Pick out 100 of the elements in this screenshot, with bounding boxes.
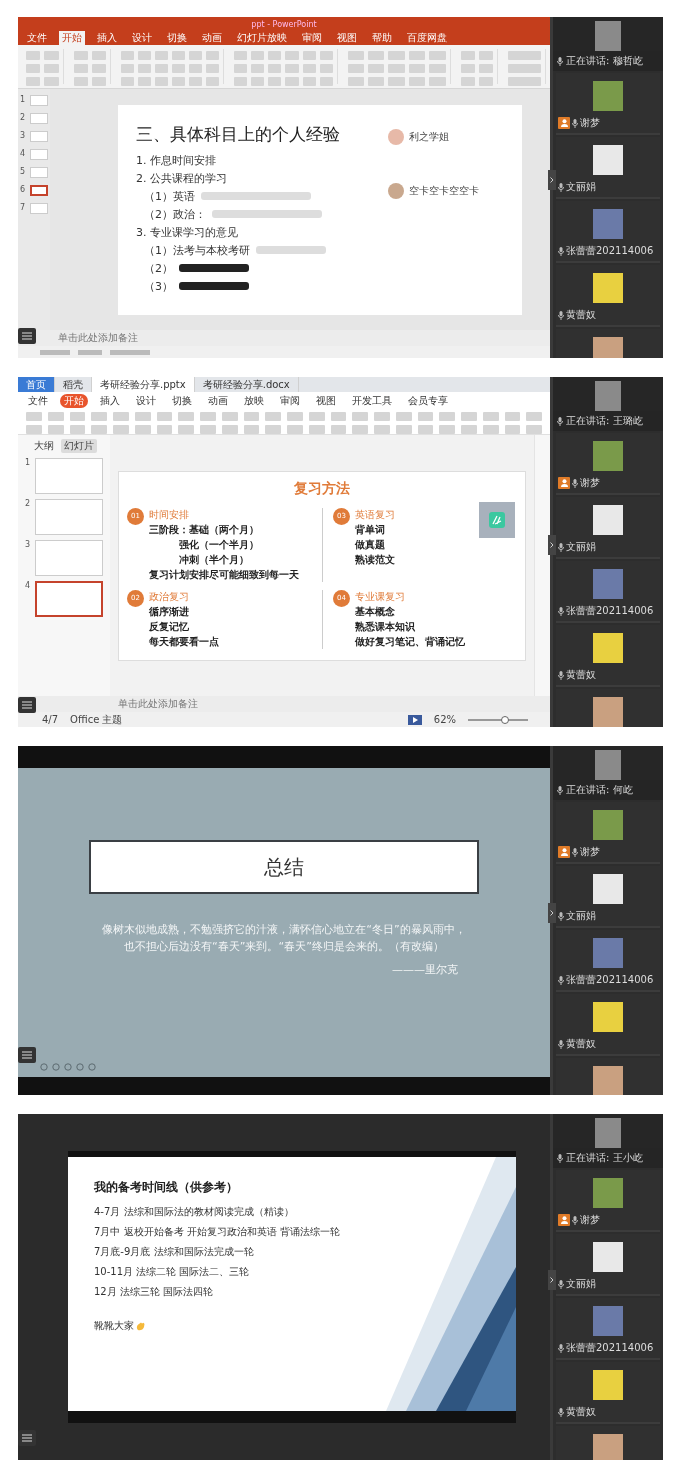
microphone-icon bbox=[572, 1215, 578, 1225]
collapse-handle[interactable] bbox=[548, 1269, 556, 1290]
slide-thumbnail[interactable] bbox=[30, 185, 48, 196]
slide-number: 4 bbox=[20, 149, 27, 158]
participant-name: 文丽娟 bbox=[566, 540, 596, 554]
ribbon-tab[interactable]: 放映 bbox=[240, 393, 268, 408]
participant-name: 张蕾蕾202114006 bbox=[566, 973, 654, 987]
ribbon-tab[interactable]: 审阅 bbox=[299, 31, 325, 45]
theme-name: Office 主题 bbox=[70, 712, 123, 727]
ribbon-tab[interactable]: 动画 bbox=[204, 393, 232, 408]
notes-placeholder[interactable]: 单击此处添加备注 bbox=[58, 331, 138, 345]
participant-name: 黄蕾奴 bbox=[566, 308, 596, 322]
avatar-placeholder bbox=[593, 145, 623, 175]
zoom-level[interactable]: 62% bbox=[433, 714, 456, 725]
microphone-icon bbox=[558, 542, 564, 552]
ribbon-tab[interactable]: 文件 bbox=[24, 31, 50, 45]
ribbon-tab[interactable]: 切换 bbox=[168, 393, 196, 408]
avatar-placeholder bbox=[593, 337, 623, 358]
ribbon-tab[interactable]: 开始 bbox=[59, 31, 85, 45]
microphone-icon bbox=[572, 847, 578, 857]
section-heading: 时间安排 bbox=[149, 507, 190, 522]
slide-title: 三、具体科目上的个人经验 bbox=[136, 122, 341, 146]
speaking-label: 正在讲话: 穆哲屹 bbox=[566, 54, 643, 68]
view-tab[interactable]: 大纲 bbox=[31, 439, 57, 453]
menu-button[interactable] bbox=[18, 1047, 36, 1063]
ribbon-tab[interactable]: 切换 bbox=[164, 31, 190, 45]
participant-name: 黄蕾奴 bbox=[566, 668, 596, 682]
avatar-placeholder bbox=[593, 569, 623, 599]
ribbon-tab[interactable]: 会员专享 bbox=[404, 393, 452, 408]
ribbon-tab[interactable]: 文件 bbox=[24, 393, 52, 408]
avatar-placeholder bbox=[593, 1434, 623, 1460]
ribbon-tab[interactable]: 幻灯片放映 bbox=[234, 31, 290, 45]
avatar-placeholder bbox=[593, 1370, 623, 1400]
ribbon-tab[interactable]: 开始 bbox=[60, 393, 88, 408]
section-line: 熟读范文 bbox=[355, 552, 395, 567]
avatar-placeholder bbox=[593, 1306, 623, 1336]
notes-placeholder[interactable]: 单击此处添加备注 bbox=[118, 697, 198, 711]
collapse-handle[interactable] bbox=[548, 534, 556, 555]
play-icon[interactable] bbox=[407, 714, 422, 725]
microphone-icon bbox=[558, 182, 564, 192]
ribbon-tab[interactable]: 开发工具 bbox=[348, 393, 396, 408]
quote-line: 也不担心后边没有“春天”来到。“春天”终归是会来的。（有改编） bbox=[124, 939, 444, 954]
avatar-placeholder bbox=[593, 1002, 623, 1032]
slider-thumb[interactable] bbox=[501, 715, 510, 724]
slide-number: 1 bbox=[25, 458, 32, 467]
video-tile bbox=[595, 381, 621, 411]
participant-name: 文丽娟 bbox=[566, 180, 596, 194]
speaking-label: 正在讲话: 何屹 bbox=[566, 783, 633, 797]
ribbon-tab[interactable]: 视图 bbox=[334, 31, 360, 45]
menu-button[interactable] bbox=[18, 328, 36, 344]
collapse-handle[interactable] bbox=[548, 170, 556, 191]
ribbon-tab[interactable]: 插入 bbox=[94, 31, 120, 45]
closing-text: 靴靴大家 bbox=[94, 1319, 134, 1333]
participant-name: 张蕾蕾202114006 bbox=[566, 1341, 654, 1355]
ribbon-tab[interactable]: 插入 bbox=[96, 393, 124, 408]
ribbon-tab[interactable]: 设计 bbox=[129, 31, 155, 45]
participant-name: 谢梦 bbox=[580, 845, 600, 859]
zoom-slider[interactable] bbox=[468, 718, 528, 721]
view-tab[interactable]: 幻灯片 bbox=[61, 439, 97, 453]
participant-name: 文丽娟 bbox=[566, 909, 596, 923]
section-heading: 英语复习 bbox=[355, 507, 395, 522]
collapse-handle[interactable] bbox=[548, 903, 556, 924]
timeline-item: 4-7月 法综和国际法的教材阅读完成（精读） bbox=[94, 1205, 295, 1219]
participant-name: 黄蕾奴 bbox=[566, 1405, 596, 1419]
slide-thumbnail[interactable] bbox=[35, 581, 103, 617]
commenter-name: 利之学姐 bbox=[409, 129, 449, 144]
outline-item: （2）政治： bbox=[144, 206, 206, 222]
menu-icon[interactable] bbox=[22, 332, 32, 340]
avatar-placeholder bbox=[593, 874, 623, 904]
ribbon-tab[interactable]: 动画 bbox=[199, 31, 225, 45]
commenter-name: 空卡空卡空空卡 bbox=[409, 183, 479, 198]
avatar-placeholder bbox=[593, 1242, 623, 1272]
menu-button[interactable] bbox=[18, 1430, 36, 1446]
microphone-icon bbox=[558, 606, 564, 616]
section-line: 做真题 bbox=[355, 537, 386, 552]
quote-author: ———里尔克 bbox=[392, 962, 458, 977]
ribbon-tab[interactable]: 视图 bbox=[312, 393, 340, 408]
participant-name: 黄蕾奴 bbox=[566, 1037, 596, 1051]
ribbon-tab[interactable]: 帮助 bbox=[369, 31, 395, 45]
microphone-icon bbox=[558, 1407, 564, 1417]
participant-name: 文丽娟 bbox=[566, 1277, 596, 1291]
menu-icon[interactable] bbox=[22, 701, 32, 709]
microphone-icon bbox=[558, 1343, 564, 1353]
slide-number: 2 bbox=[25, 499, 32, 508]
outline-item: （1）英语 bbox=[144, 188, 195, 204]
quote-line: 像树木似地成熟，不勉强挤它的汁液，满怀信心地立在“冬日”的暴风雨中， bbox=[102, 922, 466, 937]
ribbon-tab[interactable]: 审阅 bbox=[276, 393, 304, 408]
ribbon-tab[interactable]: 百度网盘 bbox=[404, 31, 450, 45]
ribbon-tab[interactable]: 设计 bbox=[132, 393, 160, 408]
menu-button[interactable] bbox=[18, 697, 36, 713]
avatar-placeholder bbox=[593, 273, 623, 303]
menu-icon[interactable] bbox=[22, 1051, 32, 1059]
document-tab[interactable]: 考研经验分享.pptx bbox=[92, 377, 195, 392]
document-tab[interactable]: 首页 bbox=[18, 377, 55, 392]
participant-name: 谢梦 bbox=[580, 476, 600, 490]
menu-icon[interactable] bbox=[22, 1434, 32, 1442]
window-title: ppt - PowerPoint bbox=[251, 19, 317, 29]
video-tile bbox=[595, 21, 621, 51]
section-line: 熟悉课本知识 bbox=[355, 619, 416, 634]
slide-number: 2 bbox=[20, 113, 27, 122]
